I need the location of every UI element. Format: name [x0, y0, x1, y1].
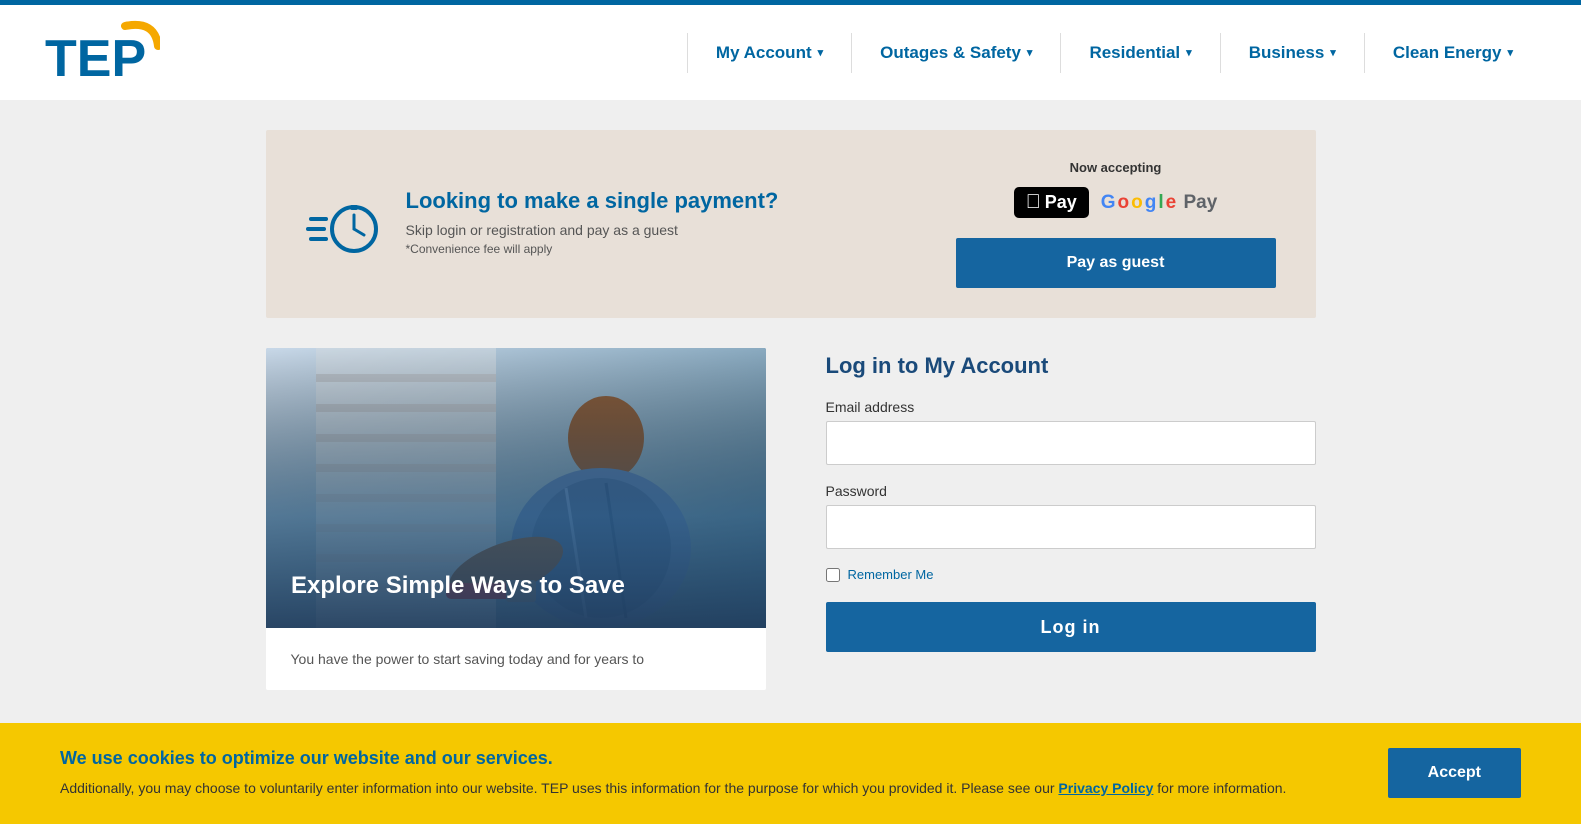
cookie-text-area: We use cookies to optimize our website a… — [60, 748, 1348, 799]
chevron-down-icon: ▾ — [1330, 46, 1336, 59]
svg-text:TEP: TEP — [45, 30, 146, 88]
payment-banner: Looking to make a single payment? Skip l… — [266, 130, 1316, 318]
pay-icons:  Pay Google Pay — [1014, 187, 1218, 218]
password-label: Password — [826, 483, 1316, 499]
nav-label-my-account: My Account — [716, 43, 812, 63]
login-title: Log in to My Account — [826, 353, 1316, 379]
nav-label-residential: Residential — [1089, 43, 1180, 63]
nav-item-business[interactable]: Business ▾ — [1220, 33, 1364, 73]
banner-subtext: Skip login or registration and pay as a … — [406, 222, 779, 238]
nav-label-clean-energy: Clean Energy — [1393, 43, 1502, 63]
main-content: Looking to make a single payment? Skip l… — [0, 100, 1581, 820]
card-photo-svg: Explore Simple Ways to Save — [266, 348, 766, 628]
email-input[interactable] — [826, 421, 1316, 465]
remember-me-checkbox[interactable] — [826, 568, 840, 582]
apple-pay-label: Pay — [1045, 192, 1077, 213]
nav-item-outages-safety[interactable]: Outages & Safety ▾ — [851, 33, 1060, 73]
nav-item-clean-energy[interactable]: Clean Energy ▾ — [1364, 33, 1541, 73]
chevron-down-icon: ▾ — [1507, 46, 1513, 59]
two-col-section: Explore Simple Ways to Save You have the… — [266, 348, 1316, 690]
apple-pay-badge:  Pay — [1014, 187, 1089, 218]
nav-item-residential[interactable]: Residential ▾ — [1060, 33, 1219, 73]
cookie-body: Additionally, you may choose to voluntar… — [60, 777, 1348, 799]
nav-label-outages-safety: Outages & Safety — [880, 43, 1021, 63]
image-card: Explore Simple Ways to Save You have the… — [266, 348, 766, 690]
banner-text: Looking to make a single payment? Skip l… — [406, 188, 779, 260]
password-input[interactable] — [826, 505, 1316, 549]
email-form-group: Email address — [826, 399, 1316, 465]
header: TEP My Account ▾ Outages & Safety ▾ Resi… — [0, 0, 1581, 100]
login-form: Log in to My Account Email address Passw… — [826, 348, 1316, 652]
banner-left: Looking to make a single payment? Skip l… — [306, 187, 779, 262]
chevron-down-icon: ▾ — [818, 46, 824, 59]
g-letter: G — [1101, 192, 1116, 214]
banner-right: Now accepting  Pay Google Pay Pay as gu… — [956, 160, 1276, 288]
cookie-banner: We use cookies to optimize our website a… — [0, 723, 1581, 824]
apple-icon:  — [1026, 191, 1041, 214]
banner-note: *Convenience fee will apply — [406, 242, 779, 256]
cookie-title: We use cookies to optimize our website a… — [60, 748, 1348, 769]
tep-logo-svg: TEP — [40, 18, 160, 88]
main-nav: My Account ▾ Outages & Safety ▾ Resident… — [687, 33, 1541, 73]
card-image: Explore Simple Ways to Save — [266, 348, 766, 628]
logo[interactable]: TEP — [40, 18, 160, 88]
remember-me-label[interactable]: Remember Me — [848, 567, 934, 582]
nav-label-business: Business — [1249, 43, 1325, 63]
email-label: Email address — [826, 399, 1316, 415]
banner-heading: Looking to make a single payment? — [406, 188, 779, 214]
svg-text:Explore Simple Ways to Save: Explore Simple Ways to Save — [291, 572, 625, 599]
privacy-policy-link[interactable]: Privacy Policy — [1058, 780, 1153, 796]
login-button[interactable]: Log in — [826, 602, 1316, 652]
cookie-body-suffix: for more information. — [1157, 780, 1286, 796]
google-pay-badge: Google Pay — [1101, 192, 1218, 214]
password-form-group: Password — [826, 483, 1316, 549]
card-description-text: You have the power to start saving today… — [291, 648, 741, 670]
accept-button[interactable]: Accept — [1388, 748, 1521, 798]
google-pay-label: Pay — [1178, 192, 1217, 214]
nav-item-my-account[interactable]: My Account ▾ — [687, 33, 851, 73]
accepting-text: Now accepting — [1070, 160, 1162, 175]
payment-speed-icon — [306, 187, 381, 262]
chevron-down-icon: ▾ — [1186, 46, 1192, 59]
remember-me-group: Remember Me — [826, 567, 1316, 582]
chevron-down-icon: ▾ — [1027, 46, 1033, 59]
cookie-body-text: Additionally, you may choose to voluntar… — [60, 780, 1058, 796]
card-description: You have the power to start saving today… — [266, 628, 766, 690]
pay-guest-button[interactable]: Pay as guest — [956, 238, 1276, 288]
